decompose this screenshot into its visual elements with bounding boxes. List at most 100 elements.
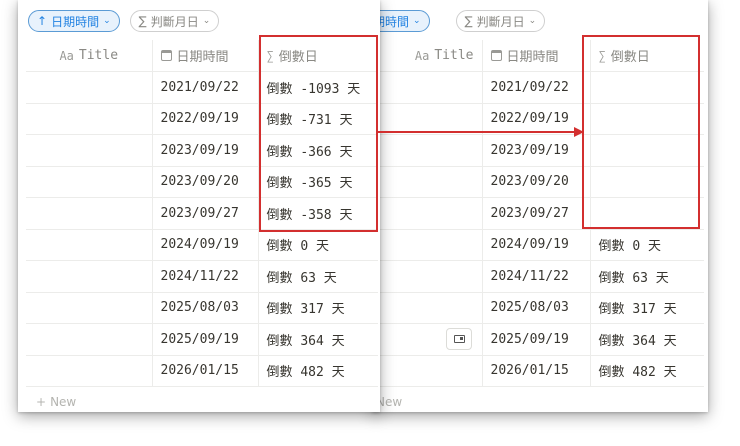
sort-button[interactable]: ↑ 日期時間 ⌄ [28,10,120,32]
countdown-cell: 倒數 -366 天 [257,134,378,167]
title-cell[interactable] [26,355,152,387]
table-row[interactable]: 2023/09/19 倒數 -366 天 [26,134,378,167]
table-row[interactable]: 2024/09/19 倒數 0 天 [26,229,378,261]
title-cell[interactable] [26,292,152,324]
table-row[interactable]: 2023/09/20 [372,166,704,198]
header-title-label: Title [434,48,474,63]
title-cell[interactable] [372,166,482,198]
countdown-cell: 倒數 -365 天 [257,166,378,198]
countdown-cell: 倒數 0 天 [589,229,704,261]
date-cell[interactable]: 2023/09/20 [151,166,258,198]
calendar-icon [490,50,502,61]
table-header-row: Aa Title 日期時間 ∑ 倒數日 [372,40,704,72]
title-cell[interactable] [26,260,152,293]
sigma-icon: ∑ [464,14,473,28]
text-type-icon: Aa [59,48,74,63]
database-table: Aa Title 日期時間 ∑ 倒數日 202 [372,40,704,387]
table-row[interactable]: 2021/09/22 倒數 -1093 天 [26,71,378,104]
table-row[interactable]: 2023/09/27 倒數 -358 天 [26,197,378,230]
sigma-icon: ∑ [138,14,147,28]
database-view-before: ↑ 日期時間 ⌄ ∑ 判斷月日 ⌄ Aa Title 日期時間 ∑ 倒數日 20… [18,0,380,412]
date-cell[interactable]: 2025/09/19 [151,323,258,356]
date-cell[interactable]: 2024/11/22 [481,260,590,293]
countdown-cell [589,71,704,104]
date-cell[interactable]: 2023/09/27 [151,197,258,230]
table-row[interactable]: 2026/01/15 倒數 482 天 [372,355,704,387]
filter-label: 判斷月日 [150,14,199,29]
date-cell[interactable]: 2021/09/22 [151,71,258,104]
new-row-label: New [50,395,77,409]
title-cell[interactable] [372,197,482,230]
countdown-cell: 倒數 364 天 [257,323,378,356]
header-countdown[interactable]: ∑ 倒數日 [589,40,704,72]
date-cell[interactable]: 2024/11/22 [151,260,258,293]
calendar-icon [160,50,172,61]
title-cell[interactable] [26,229,152,261]
date-cell[interactable]: 2023/09/19 [151,134,258,167]
date-cell[interactable]: 2026/01/15 [151,355,258,387]
filter-button[interactable]: ∑ 判斷月日 ⌄ [455,10,546,32]
table-row[interactable]: 2026/01/15 倒數 482 天 [26,355,378,387]
database-table: Aa Title 日期時間 ∑ 倒數日 202 [26,40,378,387]
date-cell[interactable]: 2024/09/19 [481,229,590,261]
title-cell[interactable] [26,197,152,230]
table-row[interactable]: 2022/09/19 倒數 -731 天 [26,103,378,135]
plus-icon: + [36,395,47,409]
table-row[interactable]: 2024/09/19 倒數 0 天 [372,229,704,261]
date-cell[interactable]: 2023/09/20 [481,166,590,198]
header-countdown[interactable]: ∑ 倒數日 [257,40,378,72]
title-cell[interactable] [26,166,152,198]
countdown-cell [589,103,704,135]
title-cell[interactable] [26,71,152,104]
sigma-icon: ∑ [598,48,606,63]
filter-button[interactable]: ∑ 判斷月日 ⌄ [129,10,220,32]
header-title-label: Title [78,48,119,63]
title-cell[interactable] [26,323,152,356]
title-cell[interactable] [372,134,482,167]
title-cell[interactable] [372,355,482,387]
table-row[interactable]: 2023/09/19 [372,134,704,167]
date-cell[interactable]: 2026/01/15 [481,355,590,387]
date-cell[interactable]: 2024/09/19 [151,229,258,261]
date-cell[interactable]: 2025/08/03 [481,292,590,324]
table-row[interactable]: 2024/11/22 倒數 63 天 [372,260,704,293]
header-date[interactable]: 日期時間 [481,40,590,72]
date-cell[interactable]: 2025/08/03 [151,292,258,324]
title-cell[interactable] [372,229,482,261]
title-cell[interactable] [26,103,152,135]
table-row[interactable]: 2025/08/03 倒數 317 天 [372,292,704,324]
open-page-button[interactable] [446,328,472,350]
add-new-row-button[interactable]: + New [36,395,76,409]
header-date-label: 日期時間 [176,50,229,65]
countdown-cell: 倒數 -731 天 [257,103,378,135]
table-row[interactable]: 2025/08/03 倒數 317 天 [26,292,378,324]
date-cell[interactable]: 2022/09/19 [151,103,258,135]
countdown-cell: 倒數 482 天 [257,355,378,387]
date-cell[interactable]: 2023/09/19 [481,134,590,167]
countdown-cell: 倒數 -358 天 [257,197,378,230]
title-cell[interactable] [372,71,482,104]
header-date[interactable]: 日期時間 [151,40,258,72]
sigma-icon: ∑ [266,48,274,63]
chevron-down-icon: ⌄ [413,16,421,26]
date-cell[interactable]: 2021/09/22 [481,71,590,104]
table-row[interactable]: 2024/11/22 倒數 63 天 [26,260,378,293]
date-cell[interactable]: 2025/09/19 [481,323,590,356]
countdown-cell: 倒數 364 天 [589,323,704,356]
title-cell[interactable] [26,134,152,167]
table-row[interactable]: 2025/09/19 倒數 364 天 [372,323,704,356]
sort-button[interactable]: 日期時間 ⌄ [372,10,430,32]
title-cell[interactable] [372,260,482,293]
countdown-cell [589,197,704,230]
table-row[interactable]: 2025/09/19 倒數 364 天 [26,323,378,356]
table-row[interactable]: 2023/09/27 [372,197,704,230]
view-toolbar: 日期時間 ⌄ ∑ 判斷月日 ⌄ [372,10,546,34]
header-title[interactable]: Aa Title [26,40,152,72]
table-row[interactable]: 2021/09/22 [372,71,704,104]
header-title[interactable]: Aa Title [372,40,482,72]
date-cell[interactable]: 2023/09/27 [481,197,590,230]
table-row[interactable]: 2023/09/20 倒數 -365 天 [26,166,378,198]
countdown-cell [589,134,704,167]
title-cell[interactable] [372,292,482,324]
sort-label: 日期時間 [51,14,100,29]
